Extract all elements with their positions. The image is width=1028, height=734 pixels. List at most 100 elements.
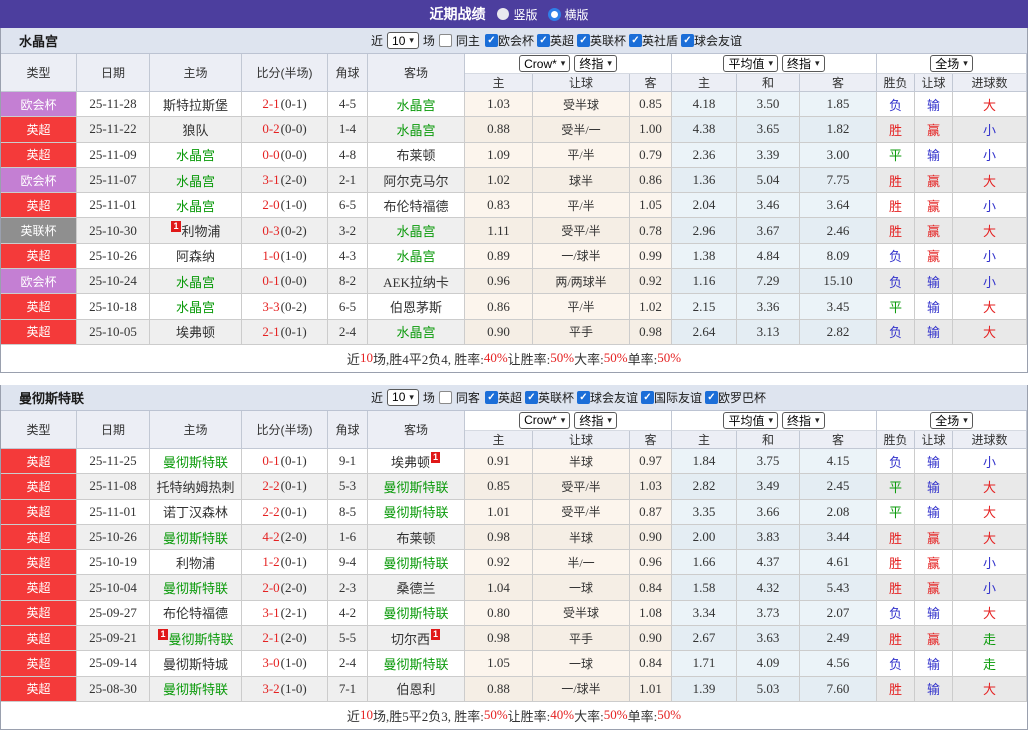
competition-checkbox-item[interactable]: ✓ 英联杯: [524, 389, 574, 406]
bookmaker-time-select[interactable]: 终指 ▾: [574, 411, 617, 429]
away-team-name[interactable]: 水晶宫: [396, 221, 435, 240]
home-team[interactable]: 曼彻斯特联: [150, 448, 242, 475]
competition-checkbox-item[interactable]: ✓ 欧会杯: [484, 32, 534, 49]
recent-count-select[interactable]: 10 ▾: [387, 32, 419, 49]
home-team-name[interactable]: 狼队: [182, 120, 208, 139]
average-select[interactable]: 平均值 ▾: [723, 411, 778, 429]
score-cell[interactable]: 2-2 (0-1): [242, 474, 328, 500]
competition-checkbox-item[interactable]: ✓ 英社盾: [628, 32, 678, 49]
score-cell[interactable]: 3-1 (2-1): [242, 600, 328, 627]
away-team-name[interactable]: 切尔西: [391, 629, 430, 648]
home-team[interactable]: 1 曼彻斯特联: [150, 626, 242, 652]
away-team[interactable]: 切尔西 1: [368, 626, 465, 652]
home-team-name[interactable]: 阿森纳: [176, 246, 215, 265]
away-team[interactable]: 桑德兰: [368, 575, 465, 601]
score-cell[interactable]: 2-1 (2-0): [242, 626, 328, 652]
home-team[interactable]: 水晶宫: [150, 269, 242, 295]
away-team[interactable]: 布伦特福德: [368, 193, 465, 219]
away-team-name[interactable]: 布莱顿: [396, 145, 435, 164]
score-cell[interactable]: 2-1 (0-1): [242, 92, 328, 118]
home-team[interactable]: 埃弗顿: [150, 319, 242, 345]
competition-checkbox-item[interactable]: ✓ 英超: [484, 389, 522, 406]
home-team-name[interactable]: 曼彻斯特联: [163, 528, 228, 547]
home-team-name[interactable]: 诺丁汉森林: [163, 502, 228, 521]
score-cell[interactable]: 0-2 (0-0): [242, 117, 328, 143]
away-team[interactable]: 曼彻斯特联: [368, 651, 465, 677]
home-team-name[interactable]: 斯特拉斯堡: [163, 95, 228, 114]
checkbox-checked-icon[interactable]: ✓: [681, 34, 694, 47]
checkbox-checked-icon[interactable]: ✓: [705, 390, 718, 404]
home-team[interactable]: 阿森纳: [150, 243, 242, 270]
away-team[interactable]: 埃弗顿 1: [368, 448, 465, 475]
home-team-name[interactable]: 利物浦: [182, 221, 221, 240]
home-team[interactable]: 水晶宫: [150, 142, 242, 168]
away-team[interactable]: 曼彻斯特联: [368, 550, 465, 576]
away-team[interactable]: 水晶宫: [368, 218, 465, 244]
away-team-name[interactable]: 曼彻斯特联: [383, 553, 448, 572]
score-cell[interactable]: 0-1 (0-1): [242, 448, 328, 475]
score-cell[interactable]: 3-2 (1-0): [242, 676, 328, 702]
home-team[interactable]: 曼彻斯特联: [150, 524, 242, 551]
home-team-name[interactable]: 水晶宫: [176, 272, 215, 291]
home-team[interactable]: 布伦特福德: [150, 600, 242, 627]
home-team[interactable]: 狼队: [150, 117, 242, 143]
checkbox-checked-icon[interactable]: ✓: [576, 34, 590, 47]
away-team[interactable]: 曼彻斯特联: [368, 600, 465, 627]
home-team[interactable]: 托特纳姆热刺: [150, 474, 242, 500]
away-team-name[interactable]: 桑德兰: [396, 578, 435, 597]
competition-checkbox-item[interactable]: ✓ 球会友谊: [681, 32, 742, 49]
bookmaker-select[interactable]: Crow* ▾: [519, 55, 571, 72]
fullmatch-select[interactable]: 全场 ▾: [930, 55, 973, 72]
home-team[interactable]: 曼彻斯特联: [150, 575, 242, 601]
home-team-name[interactable]: 布伦特福德: [163, 603, 228, 622]
competition-checkbox-item[interactable]: ✓ 英超: [536, 32, 574, 49]
away-team-name[interactable]: 水晶宫: [396, 95, 435, 114]
fullmatch-select[interactable]: 全场 ▾: [930, 411, 973, 429]
away-team-name[interactable]: 布伦特福德: [383, 196, 448, 215]
score-cell[interactable]: 0-0 (0-0): [242, 142, 328, 168]
home-team-name[interactable]: 曼彻斯特联: [163, 578, 228, 597]
away-team[interactable]: AEK拉纳卡: [368, 269, 465, 295]
score-cell[interactable]: 2-2 (0-1): [242, 499, 328, 525]
checkbox-checked-icon[interactable]: ✓: [484, 390, 498, 404]
away-team-name[interactable]: 曼彻斯特联: [383, 502, 448, 521]
away-team-name[interactable]: 伯恩利: [396, 679, 435, 698]
away-team[interactable]: 水晶宫: [368, 243, 465, 270]
away-team-name[interactable]: 水晶宫: [396, 120, 435, 139]
home-team[interactable]: 水晶宫: [150, 294, 242, 320]
away-team-name[interactable]: 伯恩茅斯: [390, 297, 442, 316]
home-team[interactable]: 1 利物浦: [150, 218, 242, 244]
home-team-name[interactable]: 曼彻斯特联: [163, 452, 228, 471]
away-team[interactable]: 曼彻斯特联: [368, 474, 465, 500]
score-cell[interactable]: 3-3 (0-2): [242, 294, 328, 320]
away-team[interactable]: 曼彻斯特联: [368, 499, 465, 525]
away-team[interactable]: 伯恩利: [368, 676, 465, 702]
average-time-select[interactable]: 终指 ▾: [782, 411, 825, 429]
average-select[interactable]: 平均值 ▾: [723, 55, 778, 72]
away-team-name[interactable]: 埃弗顿: [391, 452, 430, 471]
competition-checkbox-item[interactable]: ✓ 国际友谊: [640, 389, 702, 406]
score-cell[interactable]: 0-3 (0-2): [242, 218, 328, 244]
away-team[interactable]: 阿尔克马尔: [368, 167, 465, 194]
average-time-select[interactable]: 终指 ▾: [782, 55, 825, 72]
home-team-name[interactable]: 曼彻斯特城: [163, 654, 228, 673]
radio-selected-icon[interactable]: [547, 7, 561, 21]
checkbox-checked-icon[interactable]: ✓: [484, 34, 498, 47]
away-team-name[interactable]: 曼彻斯特联: [383, 603, 448, 622]
home-team-name[interactable]: 托特纳姆热刺: [156, 477, 234, 496]
home-team-name[interactable]: 水晶宫: [176, 297, 215, 316]
home-team-name[interactable]: 埃弗顿: [176, 322, 215, 341]
away-team-name[interactable]: AEK拉纳卡: [383, 272, 449, 291]
home-team[interactable]: 诺丁汉森林: [150, 499, 242, 525]
score-cell[interactable]: 3-0 (1-0): [242, 651, 328, 677]
away-team[interactable]: 水晶宫: [368, 319, 465, 345]
home-team-name[interactable]: 水晶宫: [176, 171, 215, 190]
home-team-name[interactable]: 利物浦: [176, 553, 215, 572]
score-cell[interactable]: 1-0 (1-0): [242, 243, 328, 270]
home-team-name[interactable]: 曼彻斯特联: [163, 679, 228, 698]
competition-checkbox-item[interactable]: ✓ 英联杯: [576, 32, 626, 49]
away-team-name[interactable]: 曼彻斯特联: [383, 477, 448, 496]
away-team-name[interactable]: 曼彻斯特联: [383, 654, 448, 673]
away-team[interactable]: 布莱顿: [368, 142, 465, 168]
same-venue-checkbox[interactable]: [438, 34, 452, 47]
